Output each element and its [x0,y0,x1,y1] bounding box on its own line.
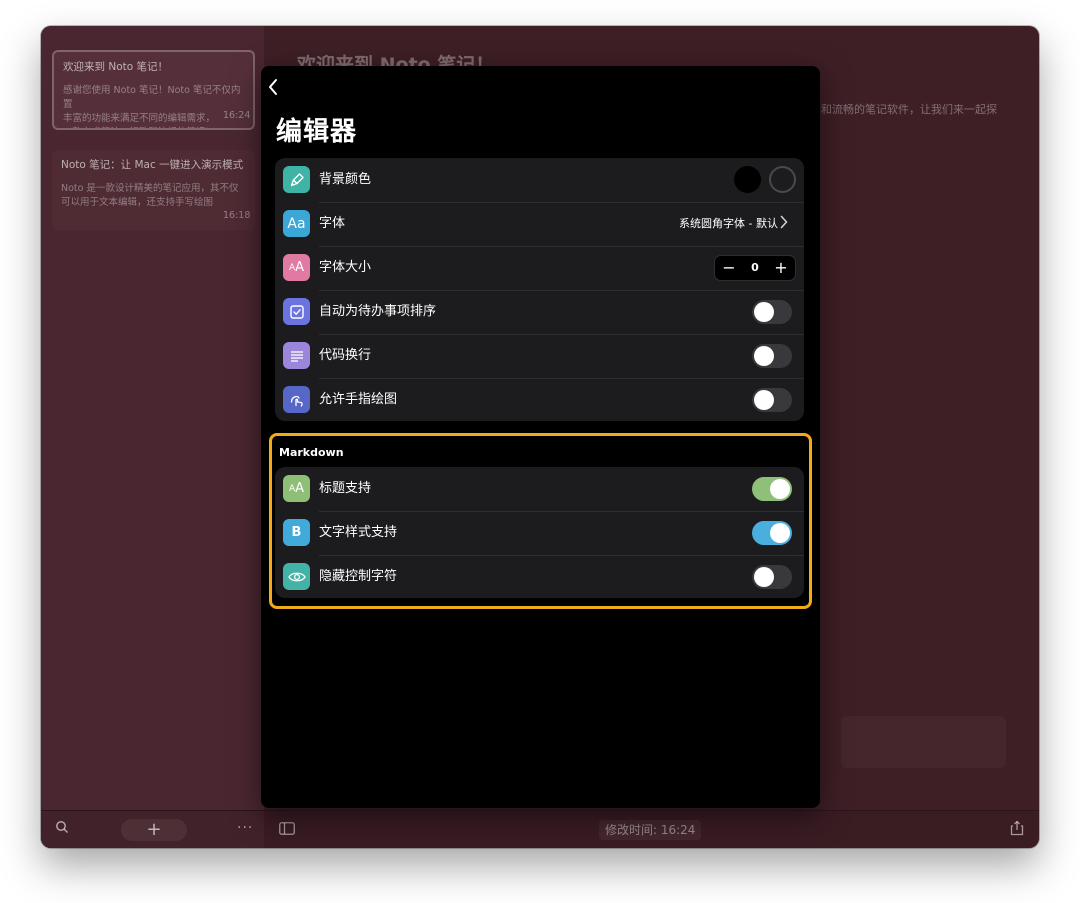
setting-label: 标题支持 [319,481,372,496]
bottom-toolbar: + ··· 修改时间: 16:24 [41,810,1039,848]
lines-icon [283,342,310,369]
setting-label: 背景颜色 [319,172,372,187]
finger-drawing-toggle[interactable] [752,388,792,412]
paint-brush-icon [283,166,310,193]
more-icon[interactable]: ··· [237,820,253,836]
back-button[interactable] [267,78,291,102]
custom-color-swatch[interactable] [769,166,796,193]
toggle-knob [770,523,790,543]
note-title: Noto 笔记：让 Mac 一键进入演示模式 [61,159,244,171]
setting-row-auto-sort-todos: 自动为待办事项排序 [275,290,804,334]
toggle-knob [754,346,774,366]
checkbox-icon [283,298,310,325]
editor-settings-panel: 编辑器 背景颜色 Aa 字体 系统圆角字体 - 默认 AA 字体大小 − 0 +… [261,66,820,808]
setting-row-font-size: AA 字体大小 − 0 + [275,246,804,290]
setting-label: 字体 [319,216,346,231]
search-icon[interactable] [55,820,69,838]
setting-label: 允许手指绘图 [319,392,398,407]
black-color-swatch[interactable] [734,166,761,193]
setting-label: 隐藏控制字符 [319,569,398,584]
eye-icon [283,563,310,590]
font-size-icon: AA [283,254,310,281]
code-wrap-toggle[interactable] [752,344,792,368]
note-preview: Noto 是一款设计精美的笔记应用，其不仅 可以用于文本编辑，还支持手写绘图 [61,183,239,208]
setting-row-text-style-support: B 文字样式支持 [275,511,804,555]
sidebar-toolbar: + ··· [41,811,264,848]
decrease-button[interactable]: − [719,258,739,278]
page-title: 编辑器 [276,117,358,147]
toggle-knob [754,390,774,410]
font-size-value: 0 [751,261,759,274]
setting-label: 自动为待办事项排序 [319,304,437,319]
markdown-options-group: AA 标题支持 B 文字样式支持 隐藏控制字符 [275,467,804,598]
setting-row-hide-control-chars: 隐藏控制字符 [275,555,804,598]
section-header-markdown: Markdown [279,446,344,459]
font-value: 系统圆角字体 - 默认 [679,217,778,230]
note-time: 16:24 [223,110,251,121]
setting-label: 字体大小 [319,260,372,275]
heading-support-toggle[interactable] [752,477,792,501]
setting-label: 文字样式支持 [319,525,398,540]
heading-icon: AA [283,475,310,502]
hide-control-chars-toggle[interactable] [752,565,792,589]
note-preview: 感谢您使用 Noto 笔记！Noto 笔记不仅内置 丰富的功能来满足不同的编辑需… [63,85,241,128]
increase-button[interactable]: + [771,258,791,278]
add-note-button[interactable]: + [121,819,187,841]
bold-b-icon: B [283,519,310,546]
note-text: 和流畅的笔记软件，让我们来一起探 [821,103,997,116]
note-time: 16:18 [223,210,251,221]
font-aa-icon: Aa [283,210,310,237]
setting-label: 代码换行 [319,348,372,363]
toggle-knob [770,479,790,499]
note-title: 欢迎来到 Noto 笔记！ [63,61,168,73]
setting-row-finger-drawing: 允许手指绘图 [275,378,804,421]
setting-row-heading-support: AA 标题支持 [275,467,804,511]
font-size-stepper: − 0 + [714,255,796,281]
toggle-knob [754,567,774,587]
text-style-toggle[interactable] [752,521,792,545]
notes-sidebar: 欢迎来到 Noto 笔记！ 感谢您使用 Noto 笔记！Noto 笔记不仅内置 … [41,26,264,848]
toggle-knob [754,302,774,322]
sidebar-toggle-icon[interactable] [279,822,295,839]
editor-options-group: 背景颜色 Aa 字体 系统圆角字体 - 默认 AA 字体大小 − 0 + 自动为… [275,158,804,421]
modified-time: 修改时间: 16:24 [599,820,702,840]
chevron-left-icon [269,79,277,95]
auto-sort-toggle[interactable] [752,300,792,324]
share-icon[interactable] [1010,820,1024,840]
setting-row-font[interactable]: Aa 字体 系统圆角字体 - 默认 [275,202,804,246]
chevron-right-icon [780,215,794,233]
note-block [841,716,1006,768]
setting-row-background-color: 背景颜色 [275,158,804,202]
setting-row-code-wrap: 代码换行 [275,334,804,378]
finger-draw-icon [283,386,310,413]
